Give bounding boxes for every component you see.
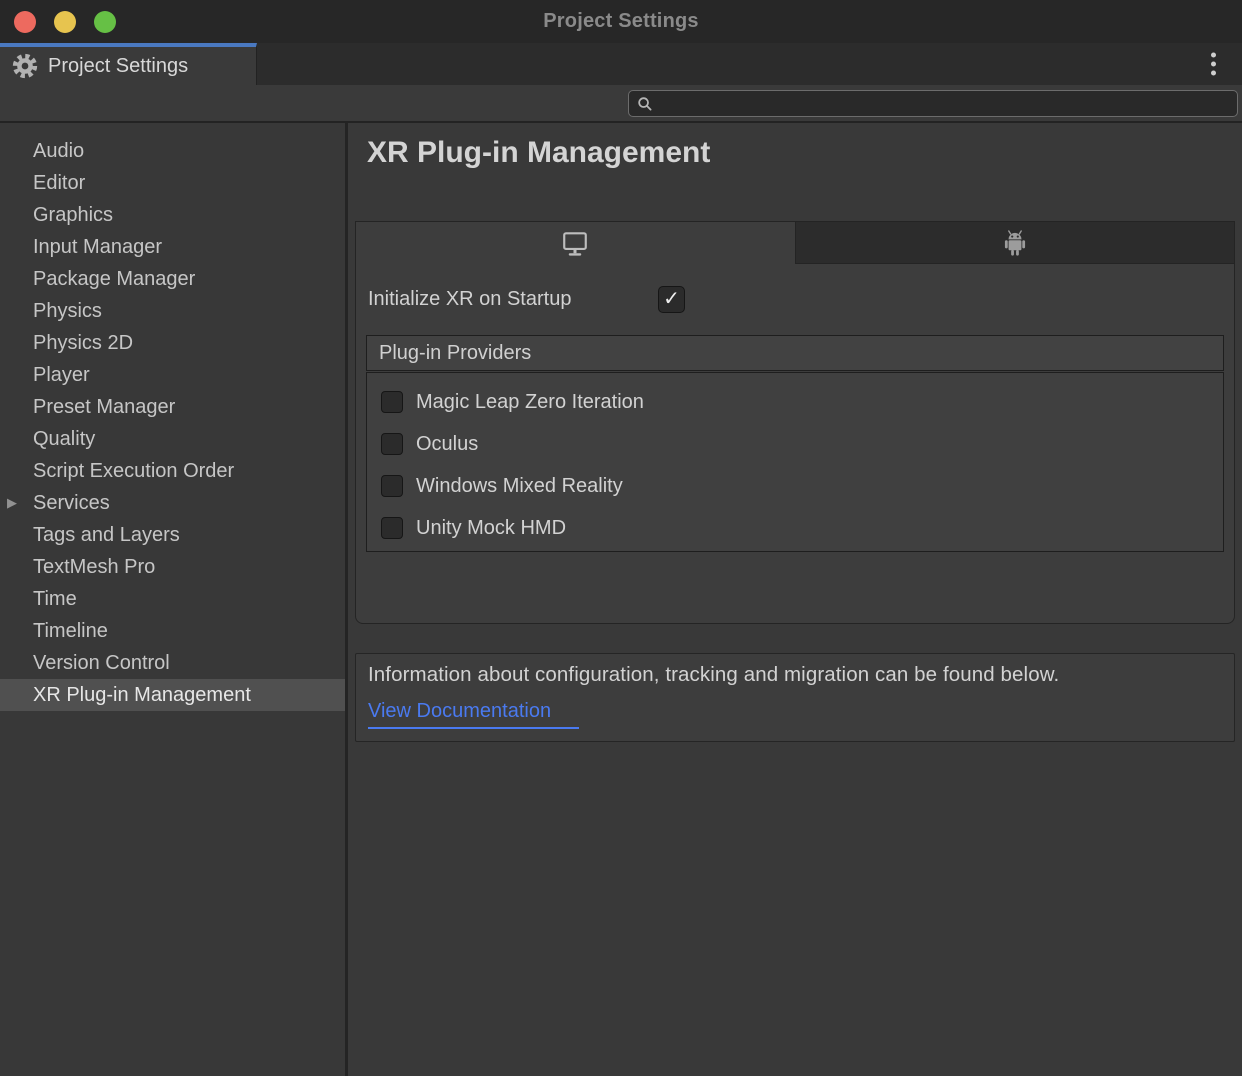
sidebar-item-script-execution-order[interactable]: Script Execution Order xyxy=(0,455,345,487)
sidebar-item-xr-plug-in-management[interactable]: XR Plug-in Management xyxy=(0,679,345,711)
tab-android-platform[interactable] xyxy=(795,222,1235,264)
checkmark-icon: ✓ xyxy=(663,289,680,309)
sidebar-item-quality[interactable]: Quality xyxy=(0,423,345,455)
sidebar-item-input-manager[interactable]: Input Manager xyxy=(0,231,345,263)
window-title: Project Settings xyxy=(0,10,1242,33)
provider-row-windows-mixed-reality: Windows Mixed Reality xyxy=(367,465,1223,507)
sidebar-item-timeline[interactable]: Timeline xyxy=(0,615,345,647)
sidebar-item-label: Audio xyxy=(33,140,84,163)
android-icon xyxy=(1000,228,1030,258)
provider-label: Unity Mock HMD xyxy=(416,517,566,540)
tab-label: Project Settings xyxy=(48,55,188,78)
provider-label: Windows Mixed Reality xyxy=(416,475,623,498)
plugin-providers-header: Plug-in Providers xyxy=(366,335,1224,371)
sidebar-item-label: Input Manager xyxy=(33,236,162,259)
provider-checkbox-magic-leap-zero-iteration[interactable] xyxy=(381,391,403,413)
provider-checkbox-windows-mixed-reality[interactable] xyxy=(381,475,403,497)
search-field[interactable] xyxy=(628,90,1238,117)
initialize-xr-checkbox[interactable]: ✓ xyxy=(658,286,685,313)
sidebar-item-label: Physics 2D xyxy=(33,332,133,355)
macos-titlebar: Project Settings xyxy=(0,0,1242,43)
provider-checkbox-unity-mock-hmd[interactable] xyxy=(381,517,403,539)
sidebar-item-package-manager[interactable]: Package Manager xyxy=(0,263,345,295)
project-settings-window: Project Settings Project Settings Audio E… xyxy=(0,0,1242,1076)
sidebar-item-physics[interactable]: Physics xyxy=(0,295,345,327)
provider-row-unity-mock-hmd: Unity Mock HMD xyxy=(367,507,1223,549)
xr-panel-body: Initialize XR on Startup ✓ Plug-in Provi… xyxy=(356,285,1234,623)
sidebar-item-label: Editor xyxy=(33,172,85,195)
sidebar-item-label: XR Plug-in Management xyxy=(33,684,251,707)
search-toolbar xyxy=(0,85,1242,123)
sidebar-item-player[interactable]: Player xyxy=(0,359,345,391)
initialize-xr-label: Initialize XR on Startup xyxy=(368,288,658,311)
sidebar-item-label: Graphics xyxy=(33,204,113,227)
provider-label: Magic Leap Zero Iteration xyxy=(416,391,644,414)
sidebar-item-label: Quality xyxy=(33,428,95,451)
plugin-providers-list: Magic Leap Zero Iteration Oculus Windows M… xyxy=(366,372,1224,552)
content-area: Audio Editor Graphics Input Manager Package … xyxy=(0,123,1242,1076)
sidebar-item-services[interactable]: ▶ Services xyxy=(0,487,345,519)
info-text: Information about configuration, trackin… xyxy=(368,663,1220,687)
sidebar-item-label: Version Control xyxy=(33,652,170,675)
info-box: Information about configuration, trackin… xyxy=(355,653,1235,742)
tab-desktop-platform[interactable] xyxy=(356,222,795,264)
kebab-menu-icon[interactable] xyxy=(1207,49,1220,80)
provider-label: Oculus xyxy=(416,433,478,456)
sidebar-item-tags-and-layers[interactable]: Tags and Layers xyxy=(0,519,345,551)
sidebar-item-version-control[interactable]: Version Control xyxy=(0,647,345,679)
sidebar-item-label: Script Execution Order xyxy=(33,460,234,483)
sidebar-item-time[interactable]: Time xyxy=(0,583,345,615)
sidebar-item-preset-manager[interactable]: Preset Manager xyxy=(0,391,345,423)
initialize-xr-row: Initialize XR on Startup ✓ xyxy=(368,285,1234,313)
settings-main-panel: XR Plug-in Management xyxy=(348,123,1242,1076)
sidebar-item-graphics[interactable]: Graphics xyxy=(0,199,345,231)
sidebar-item-physics-2d[interactable]: Physics 2D xyxy=(0,327,345,359)
sidebar-item-textmesh-pro[interactable]: TextMesh Pro xyxy=(0,551,345,583)
expand-arrow-icon[interactable]: ▶ xyxy=(7,495,17,511)
settings-sidebar: Audio Editor Graphics Input Manager Package … xyxy=(0,123,348,1076)
xr-management-panel: Initialize XR on Startup ✓ Plug-in Provi… xyxy=(355,221,1235,624)
sidebar-item-label: Timeline xyxy=(33,620,108,643)
provider-row-oculus: Oculus xyxy=(367,423,1223,465)
search-input[interactable] xyxy=(659,95,1237,113)
editor-tab-bar: Project Settings xyxy=(0,43,1242,85)
provider-checkbox-oculus[interactable] xyxy=(381,433,403,455)
sidebar-item-label: TextMesh Pro xyxy=(33,556,155,579)
gear-icon xyxy=(12,53,38,79)
sidebar-item-label: Services xyxy=(33,492,110,515)
page-title: XR Plug-in Management xyxy=(367,135,1242,171)
sidebar-item-label: Tags and Layers xyxy=(33,524,180,547)
sidebar-item-label: Time xyxy=(33,588,77,611)
platform-tabs xyxy=(356,222,1234,264)
sidebar-item-label: Physics xyxy=(33,300,102,323)
provider-row-magic-leap-zero-iteration: Magic Leap Zero Iteration xyxy=(367,381,1223,423)
sidebar-item-editor[interactable]: Editor xyxy=(0,167,345,199)
sidebar-item-label: Preset Manager xyxy=(33,396,175,419)
desktop-monitor-icon xyxy=(561,229,589,257)
view-documentation-link[interactable]: View Documentation xyxy=(368,700,579,729)
tab-project-settings[interactable]: Project Settings xyxy=(0,43,257,85)
sidebar-item-audio[interactable]: Audio xyxy=(0,135,345,167)
sidebar-item-label: Player xyxy=(33,364,90,387)
search-icon xyxy=(637,96,653,112)
sidebar-item-label: Package Manager xyxy=(33,268,195,291)
